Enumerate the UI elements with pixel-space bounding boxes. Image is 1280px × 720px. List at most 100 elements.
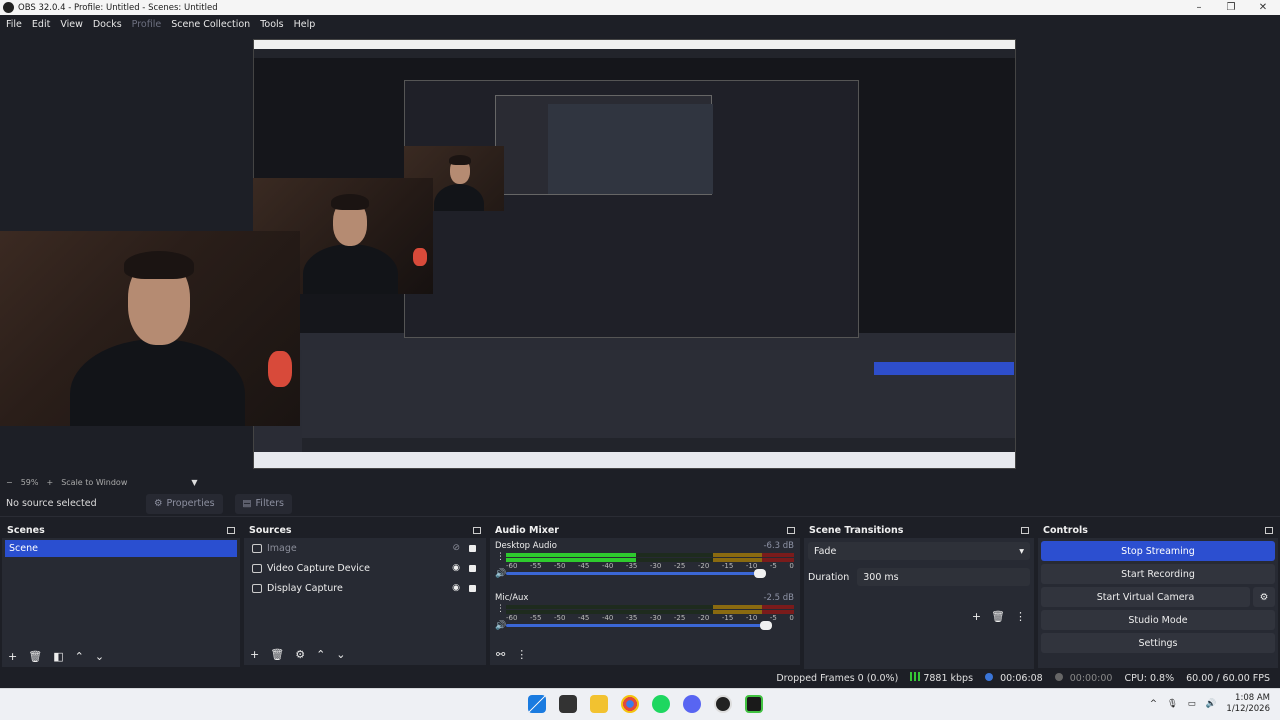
spotify-icon[interactable] — [652, 695, 670, 713]
channel-db: -6.3 dB — [763, 541, 794, 551]
scene-item[interactable]: Scene — [5, 540, 237, 557]
speaker-icon[interactable]: 🔊 — [495, 621, 506, 631]
more-icon[interactable]: ⋮ — [516, 648, 527, 661]
stop-streaming-button[interactable]: Stop Streaming — [1041, 541, 1275, 561]
discord-icon[interactable] — [683, 695, 701, 713]
chevron-up-icon[interactable]: ⌃ — [75, 650, 84, 663]
dropped-frames: Dropped Frames 0 (0.0%) — [776, 672, 899, 684]
settings-button[interactable]: Settings — [1041, 633, 1275, 653]
window-controls: – ❐ ✕ — [1192, 0, 1270, 15]
source-item-video-capture[interactable]: Video Capture Device ◉ — [244, 558, 486, 578]
menu-profile[interactable]: Profile — [132, 19, 162, 30]
trash-icon[interactable]: 🗑 — [28, 650, 42, 663]
filter-icon[interactable]: ◧ — [53, 650, 63, 663]
volume-handle[interactable] — [754, 569, 766, 578]
undock-icon[interactable] — [473, 526, 481, 534]
eye-icon[interactable]: ◉ — [452, 583, 460, 593]
chevron-down-icon[interactable]: ⌄ — [336, 648, 345, 661]
properties-button[interactable]: ⚙ Properties — [146, 493, 223, 514]
obs-logo-icon — [3, 2, 14, 13]
filters-button[interactable]: ▤ Filters — [234, 493, 293, 514]
duration-input[interactable]: 300 ms — [857, 568, 1030, 586]
image-icon — [252, 543, 262, 553]
source-item-display-capture[interactable]: Display Capture ◉ — [244, 578, 486, 598]
menu-help[interactable]: Help — [294, 19, 316, 30]
volume-slider[interactable] — [506, 621, 772, 630]
trash-icon[interactable]: 🗑 — [991, 610, 1005, 623]
chrome-icon[interactable] — [621, 695, 639, 713]
volume-icon[interactable]: 🔊 — [1206, 699, 1217, 709]
task-view-icon[interactable] — [559, 695, 577, 713]
menu-view[interactable]: View — [60, 19, 83, 30]
start-virtual-camera-button[interactable]: Start Virtual Camera — [1041, 587, 1250, 607]
zoom-in-button[interactable]: + — [46, 478, 53, 487]
undock-icon[interactable] — [1265, 526, 1273, 534]
undock-icon[interactable] — [787, 526, 795, 534]
menu-file[interactable]: File — [6, 19, 22, 30]
scene-transitions-body: Fade ▾ Duration 300 ms + 🗑 ⋮ — [804, 542, 1034, 669]
add-icon[interactable]: + — [250, 648, 259, 661]
sources-title: Sources — [249, 524, 292, 536]
scenes-list: Scene + 🗑 ◧ ⌃ ⌄ — [2, 540, 240, 667]
virtual-camera-settings-icon[interactable]: ⚙ — [1253, 587, 1275, 607]
studio-mode-button[interactable]: Studio Mode — [1041, 610, 1275, 630]
menu-scene-collection[interactable]: Scene Collection — [171, 19, 250, 30]
file-explorer-icon[interactable] — [590, 695, 608, 713]
gear-icon[interactable]: ⚙ — [295, 648, 305, 661]
zoom-value: 59% — [20, 477, 39, 487]
lock-icon[interactable] — [469, 585, 476, 592]
tray-chevron-icon[interactable]: ^ — [1150, 699, 1157, 709]
zoom-dropdown-icon[interactable]: ▼ — [191, 478, 197, 487]
menu-tools[interactable]: Tools — [260, 19, 283, 30]
maximize-icon[interactable]: ❐ — [1224, 2, 1238, 13]
stream-time-value: 00:06:08 — [1000, 672, 1043, 684]
more-icon[interactable]: ⋮ — [1015, 610, 1026, 623]
nvidia-icon[interactable] — [745, 695, 763, 713]
volume-slider[interactable] — [506, 569, 766, 578]
transition-select[interactable]: Fade ▾ — [808, 542, 1030, 560]
volume-handle[interactable] — [760, 621, 772, 630]
scale-to-window[interactable]: Scale to Window — [61, 478, 127, 487]
menu-docks[interactable]: Docks — [93, 19, 122, 30]
mixer-channel-mic: Mic/Aux -2.5 dB ⋮ -60 -55 -50 -45 -40 -35 -30-… — [490, 590, 800, 642]
start-recording-button[interactable]: Start Recording — [1041, 564, 1275, 584]
close-icon[interactable]: ✕ — [1256, 2, 1270, 13]
speaker-icon[interactable]: 🔊 — [495, 569, 506, 579]
more-icon[interactable]: ⋮ — [496, 552, 505, 562]
eye-hidden-icon[interactable]: ⊘ — [452, 543, 460, 553]
mixer-channel-desktop: Desktop Audio -6.3 dB ⋮ -60 -55 -50 -45 -40-… — [490, 538, 800, 590]
add-icon[interactable]: + — [972, 610, 981, 623]
undock-icon[interactable] — [227, 526, 235, 534]
dropdown-arrow-icon: ▾ — [1019, 545, 1024, 557]
microphone-icon[interactable]: 🎙 — [1167, 699, 1178, 709]
scenes-footer: + 🗑 ◧ ⌃ ⌄ — [2, 645, 240, 667]
obs-taskbar-icon[interactable] — [714, 695, 732, 713]
zoom-out-button[interactable]: − — [6, 478, 13, 487]
scenes-dock: Scenes Scene + 🗑 ◧ ⌃ ⌄ — [2, 522, 240, 667]
lock-icon[interactable] — [469, 565, 476, 572]
clock[interactable]: 1:08 AM 1/12/2026 — [1226, 693, 1270, 715]
undock-icon[interactable] — [1021, 526, 1029, 534]
network-icon[interactable]: ▭ — [1188, 699, 1196, 709]
minimize-icon[interactable]: – — [1192, 2, 1206, 13]
start-icon[interactable] — [528, 695, 546, 713]
taskbar-apps — [528, 695, 763, 713]
virtual-camera-row: Start Virtual Camera ⚙ — [1041, 587, 1275, 607]
link-icon[interactable]: ⚯ — [496, 648, 505, 661]
trash-icon[interactable]: 🗑 — [270, 648, 284, 661]
add-icon[interactable]: + — [8, 650, 17, 663]
nested-obs-window-2 — [495, 95, 713, 195]
status-bar: Dropped Frames 0 (0.0%) 7881 kbps 00:06:… — [0, 668, 1280, 688]
chevron-down-icon[interactable]: ⌄ — [95, 650, 104, 663]
lock-icon[interactable] — [469, 545, 476, 552]
source-label: Display Capture — [267, 582, 343, 594]
more-icon[interactable]: ⋮ — [496, 604, 505, 614]
menu-edit[interactable]: Edit — [32, 19, 50, 30]
source-item-image[interactable]: Image ⊘ — [244, 538, 486, 558]
bitrate: 7881 kbps — [910, 672, 973, 684]
channel-name: Mic/Aux — [495, 593, 529, 603]
windows-taskbar: ^ 🎙 ▭ 🔊 1:08 AM 1/12/2026 — [0, 688, 1280, 720]
preview-canvas[interactable] — [0, 34, 1280, 474]
chevron-up-icon[interactable]: ⌃ — [316, 648, 325, 661]
eye-icon[interactable]: ◉ — [452, 563, 460, 573]
